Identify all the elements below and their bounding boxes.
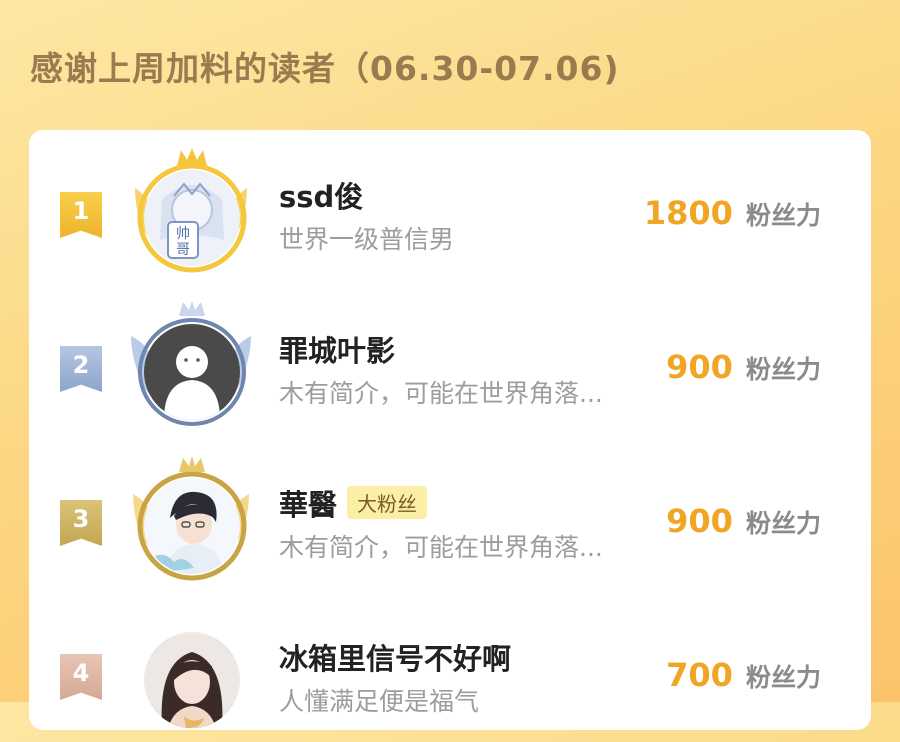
reader-name[interactable]: 冰箱里信号不好啊	[279, 636, 511, 678]
svg-text:哥: 哥	[176, 242, 190, 258]
fan-power: 900 粉丝力	[666, 348, 821, 386]
fan-power-unit: 粉丝力	[745, 509, 821, 538]
reader-name[interactable]: 華醫 大粉丝	[279, 482, 428, 524]
avatar-frame-bronze	[121, 456, 261, 586]
big-fan-badge: 大粉丝	[347, 486, 428, 519]
fan-power-value: 700	[666, 656, 733, 694]
avatar[interactable]: 帅 哥	[144, 170, 240, 266]
fan-power-unit: 粉丝力	[745, 355, 821, 384]
avatar-frame-silver	[121, 302, 261, 432]
avatar-frame-gold: 帅 哥	[121, 148, 261, 278]
page-title: 感谢上周加料的读者（06.30-07.06)	[30, 49, 620, 88]
fan-power: 1800 粉丝力	[644, 194, 821, 232]
reader-bio: 人懂满足便是福气	[279, 687, 480, 716]
avatar[interactable]	[144, 324, 240, 420]
svg-text:帅: 帅	[176, 226, 190, 242]
rank-badge: 3	[60, 500, 102, 546]
rank-badge: 2	[60, 346, 102, 392]
fan-power-value: 900	[666, 502, 733, 540]
reader-list: 1 帅 哥 ssd俊 世界一级普信男 1800 粉丝力 2 罪城叶影 木有简介，…	[29, 130, 871, 730]
reader-bio: 木有简介，可能在世界角落...	[279, 379, 603, 408]
avatar-frame	[121, 610, 261, 740]
reader-name-text[interactable]: 華醫	[279, 488, 337, 522]
reader-row-4[interactable]: 4 冰箱里信号不好啊 人懂满足便是福气 700 粉丝力	[29, 602, 871, 742]
avatar[interactable]	[144, 478, 240, 574]
reader-bio: 世界一级普信男	[279, 225, 455, 254]
fan-power-unit: 粉丝力	[745, 663, 821, 692]
fan-power: 900 粉丝力	[666, 502, 821, 540]
reader-row-1[interactable]: 1 帅 哥 ssd俊 世界一级普信男 1800 粉丝力	[29, 140, 871, 280]
reader-row-2[interactable]: 2 罪城叶影 木有简介，可能在世界角落... 900 粉丝力	[29, 294, 871, 434]
fan-power-value: 900	[666, 348, 733, 386]
fan-power-value: 1800	[643, 194, 733, 232]
reader-bio: 木有简介，可能在世界角落...	[279, 533, 603, 562]
reader-row-3[interactable]: 3 華醫 大粉丝 木有简介，可能在世界角落... 900 粉丝力	[29, 448, 871, 588]
rank-badge: 4	[60, 654, 102, 700]
reader-name[interactable]: 罪城叶影	[279, 328, 395, 370]
rank-badge: 1	[60, 192, 102, 238]
reader-name[interactable]: ssd俊	[279, 174, 363, 216]
avatar[interactable]	[144, 632, 240, 728]
fan-power-unit: 粉丝力	[745, 201, 821, 230]
fan-power: 700 粉丝力	[666, 656, 821, 694]
